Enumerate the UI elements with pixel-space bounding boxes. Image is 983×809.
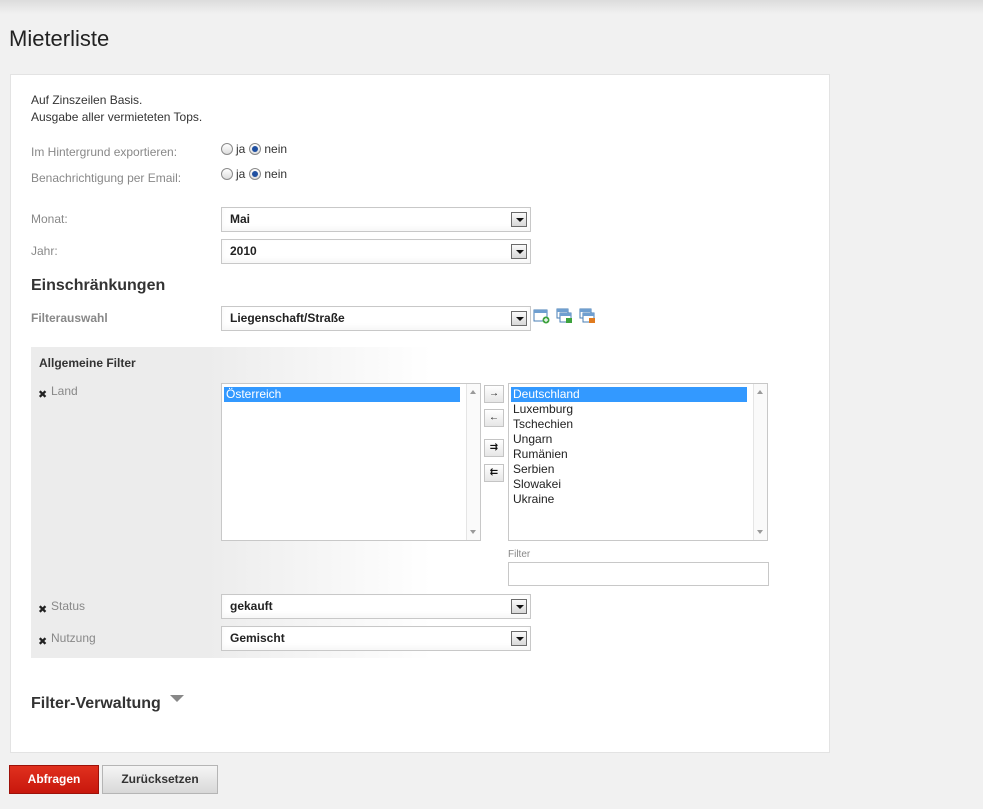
top-bar	[0, 0, 983, 14]
list-item[interactable]: Ukraine	[511, 492, 747, 507]
land-label: Land	[51, 384, 78, 398]
chevron-down-icon	[511, 599, 527, 614]
query-button[interactable]: Abfragen	[9, 765, 99, 794]
remove-usage-filter-icon[interactable]: ✖	[38, 635, 47, 648]
export-background-no-label: nein	[264, 142, 288, 156]
year-select[interactable]: 2010	[221, 239, 531, 264]
list-item[interactable]: Tschechien	[511, 417, 747, 432]
land-available-list[interactable]: Deutschland Luxemburg Tschechien Ungarn …	[508, 383, 768, 541]
filter-selection-value: Liegenschaft/Straße	[230, 311, 345, 325]
email-notification-radio-group: ja nein	[221, 167, 287, 181]
usage-select[interactable]: Gemischt	[221, 626, 531, 651]
save-filter-icon[interactable]	[556, 308, 574, 324]
month-select[interactable]: Mai	[221, 207, 531, 232]
list-item[interactable]: Luxemburg	[511, 402, 747, 417]
scroll-up-icon[interactable]	[757, 390, 763, 394]
status-select[interactable]: gekauft	[221, 594, 531, 619]
year-label: Jahr:	[31, 244, 58, 258]
reset-button[interactable]: Zurücksetzen	[102, 765, 218, 794]
general-filter-heading: Allgemeine Filter	[39, 356, 136, 370]
month-label: Monat:	[31, 212, 68, 226]
scroll-down-icon[interactable]	[470, 530, 476, 534]
form-panel: Auf Zinszeilen Basis. Ausgabe aller verm…	[10, 74, 830, 753]
chevron-down-icon	[511, 311, 527, 326]
list-filter-label: Filter	[508, 549, 531, 560]
filter-selection-label: Filterauswahl	[31, 311, 108, 325]
email-notification-no-label: nein	[264, 167, 288, 181]
list-filter-input[interactable]	[508, 562, 769, 586]
move-right-button[interactable]: →	[484, 385, 504, 403]
move-left-button[interactable]: ←	[484, 409, 504, 427]
move-all-right-button[interactable]: ⇉	[484, 439, 504, 457]
usage-label: Nutzung	[51, 631, 96, 645]
scrollbar[interactable]	[466, 384, 480, 540]
info-text: Auf Zinszeilen Basis. Ausgabe aller verm…	[31, 92, 202, 126]
list-item[interactable]: Serbien	[511, 462, 747, 477]
status-label: Status	[51, 599, 86, 613]
scrollbar[interactable]	[753, 384, 767, 540]
list-item[interactable]: Rumänien	[511, 447, 747, 462]
email-notification-yes-radio[interactable]	[221, 168, 233, 180]
chevron-down-icon	[511, 244, 527, 259]
move-all-left-button[interactable]: ⇇	[484, 464, 504, 482]
list-item[interactable]: Deutschland	[511, 387, 747, 402]
restrictions-heading: Einschränkungen	[31, 277, 166, 294]
status-select-value: gekauft	[230, 599, 273, 613]
scroll-down-icon[interactable]	[757, 530, 763, 534]
email-notification-no-radio[interactable]	[249, 168, 262, 180]
list-item[interactable]: Slowakei	[511, 477, 747, 492]
list-item[interactable]: Österreich	[224, 387, 460, 402]
year-select-value: 2010	[230, 244, 257, 258]
filter-selection-select[interactable]: Liegenschaft/Straße	[221, 306, 531, 331]
remove-land-filter-icon[interactable]: ✖	[38, 388, 47, 401]
expand-triangle-icon[interactable]	[170, 695, 184, 702]
export-background-yes-radio[interactable]	[221, 143, 233, 155]
filter-management-heading[interactable]: Filter-Verwaltung	[31, 695, 161, 713]
delete-filter-icon[interactable]	[579, 308, 597, 324]
list-item[interactable]: Ungarn	[511, 432, 747, 447]
chevron-down-icon	[511, 631, 527, 646]
info-line-output: Ausgabe aller vermieteten Tops.	[31, 110, 203, 124]
month-select-value: Mai	[230, 212, 251, 226]
export-background-radio-group: ja nein	[221, 142, 287, 156]
page-title: Mieterliste	[9, 26, 110, 51]
remove-status-filter-icon[interactable]: ✖	[38, 603, 47, 616]
scroll-up-icon[interactable]	[470, 390, 476, 394]
email-notification-yes-label: ja	[236, 167, 246, 181]
email-notification-label: Benachrichtigung per Email:	[31, 171, 182, 185]
info-line-basis: Auf Zinszeilen Basis.	[31, 93, 143, 107]
usage-select-value: Gemischt	[230, 631, 285, 645]
land-selected-list[interactable]: Österreich	[221, 383, 481, 541]
chevron-down-icon	[511, 212, 527, 227]
export-background-label: Im Hintergrund exportieren:	[31, 145, 178, 159]
new-filter-icon[interactable]	[533, 308, 551, 324]
export-background-yes-label: ja	[236, 142, 246, 156]
export-background-no-radio[interactable]	[249, 143, 262, 155]
